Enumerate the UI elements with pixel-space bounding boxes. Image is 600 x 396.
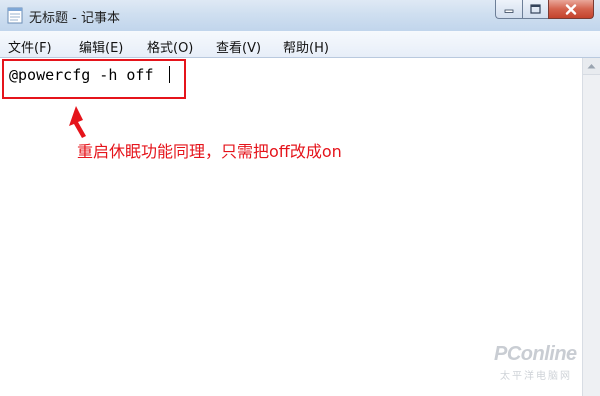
menu-format[interactable]: 格式(O): [147, 37, 193, 56]
highlight-box: [2, 59, 186, 99]
close-icon: [565, 3, 577, 15]
maximize-button[interactable]: [522, 0, 548, 19]
menu-file[interactable]: 文件(F): [8, 37, 52, 56]
scroll-up-button[interactable]: [583, 58, 600, 75]
menu-view[interactable]: 查看(V): [216, 37, 261, 56]
caption-buttons: [495, 0, 594, 20]
close-button[interactable]: [548, 0, 594, 19]
menu-help[interactable]: 帮助(H): [283, 37, 329, 56]
notepad-icon: [7, 7, 23, 24]
minimize-icon: [504, 9, 514, 13]
annotation-text: 重启休眠功能同理，只需把off改成on: [77, 142, 342, 161]
watermark-logo: PConline: [494, 343, 577, 365]
minimize-button[interactable]: [495, 0, 522, 19]
watermark-subtext: 太平洋电脑网: [500, 371, 572, 382]
watermark: PConline 太平洋电脑网: [474, 343, 594, 393]
arrow-icon: [69, 106, 86, 138]
title-bar[interactable]: 无标题 - 记事本: [0, 0, 600, 31]
maximize-icon: [530, 4, 541, 14]
notepad-window: 无标题 - 记事本 文件(F) 编辑(E) 格式(O) 查看(V) 帮助(H) …: [0, 0, 600, 396]
menu-bar: 文件(F) 编辑(E) 格式(O) 查看(V) 帮助(H): [0, 31, 600, 58]
menu-edit[interactable]: 编辑(E): [79, 37, 123, 56]
window-title: 无标题 - 记事本: [29, 11, 120, 26]
scroll-up-icon: [587, 64, 596, 69]
